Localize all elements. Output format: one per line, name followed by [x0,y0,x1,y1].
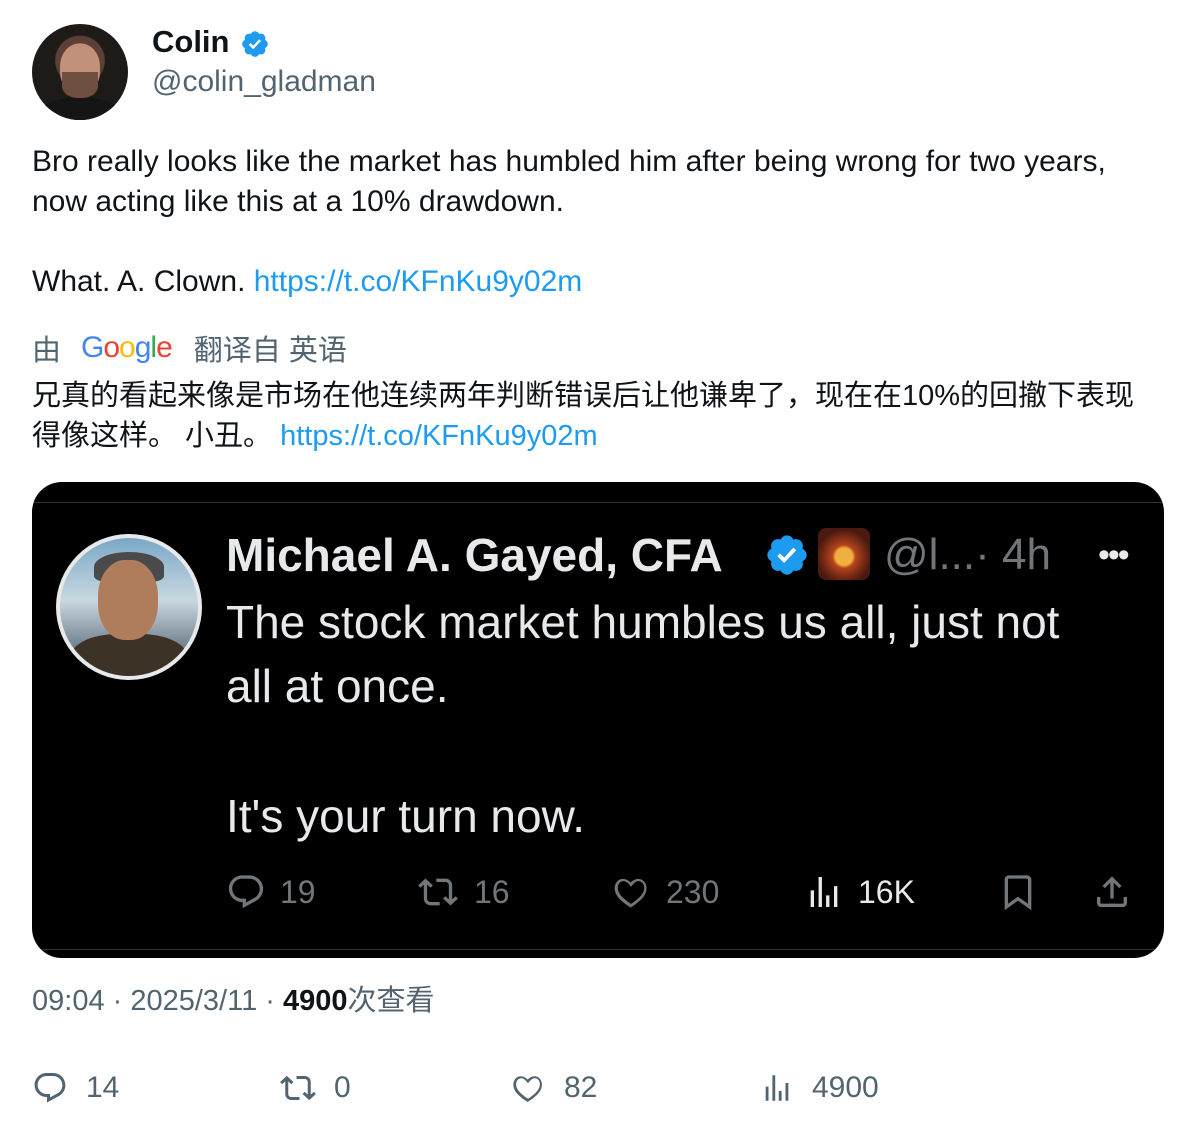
embedded-text-line: all at once. [226,660,449,712]
reply-count: 14 [86,1071,120,1104]
google-logo: Google [81,331,173,364]
heart-icon [614,878,647,908]
heart-icon [513,1076,542,1103]
like-button[interactable]: 82 [510,1068,597,1108]
embedded-author-avatar [56,534,202,680]
embedded-verified-icon [767,535,807,575]
more-options-icon: ••• [1098,536,1130,574]
views-count-bottom: 4900 [812,1071,879,1104]
bookmark-icon [1004,875,1032,911]
embedded-text-line: The stock market humbles us all, just no… [226,596,1060,648]
embedded-reply-stat: 19 [226,868,316,916]
reply-icon [34,1073,66,1103]
retweet-count: 0 [334,1071,351,1104]
tweet-timestamp[interactable]: 09:04 · 2025/3/11 · 4900次查看 [32,982,435,1020]
tweet-text: Bro really looks like the market has hum… [32,145,1106,218]
tweet-text-clown: What. A. Clown. [32,265,254,298]
tweet-text-last-line: What. A. Clown. https://t.co/KFnKu9y02m [32,262,1152,302]
share-icon [1097,876,1127,907]
embedded-views-stat: 16K [804,868,915,916]
author-handle[interactable]: @colin_gladman [152,64,376,100]
retweet-icon [280,1075,316,1101]
retweet-icon [418,878,458,906]
embedded-retweet-stat: 16 [416,868,510,916]
embedded-affiliate-badge-icon [818,528,870,580]
embedded-like-stat: 230 [610,868,719,916]
verified-badge-icon [242,31,268,57]
author-avatar[interactable] [32,24,128,120]
embedded-bookmark-stat [998,868,1052,916]
author-display-name[interactable]: Colin [152,24,230,60]
reply-button[interactable]: 14 [32,1068,119,1108]
reply-icon [228,875,264,909]
embedded-display-name: Michael A. Gayed, CFA [226,529,723,581]
tweet-link[interactable]: https://t.co/KFnKu9y02m [254,265,583,298]
views-button[interactable]: 4900 [760,1068,879,1108]
translated-text: 兄真的看起来像是市场在他连续两年判断错误后让他谦卑了，现在在10%的回撤下表现得… [32,376,1162,456]
translate-by-label: 由 [32,335,62,367]
embedded-handle-time: @l...· 4h [884,530,1051,579]
retweet-button[interactable]: 0 [280,1068,351,1108]
translation-attribution: 由 Google 翻译自 英语 [32,328,347,368]
views-count: 4900 [282,985,348,1017]
embedded-share-stat [1092,868,1146,916]
translated-link[interactable]: https://t.co/KFnKu9y02m [280,420,598,452]
views-icon [810,877,838,907]
views-icon [765,1075,789,1101]
like-count: 82 [564,1071,598,1104]
embedded-text-line: It's your turn now. [226,790,586,842]
translate-from-label: 翻译自 英语 [193,335,347,367]
embedded-tweet-screenshot[interactable]: Michael A. Gayed, CFA @l...· 4h ••• The … [32,482,1164,958]
